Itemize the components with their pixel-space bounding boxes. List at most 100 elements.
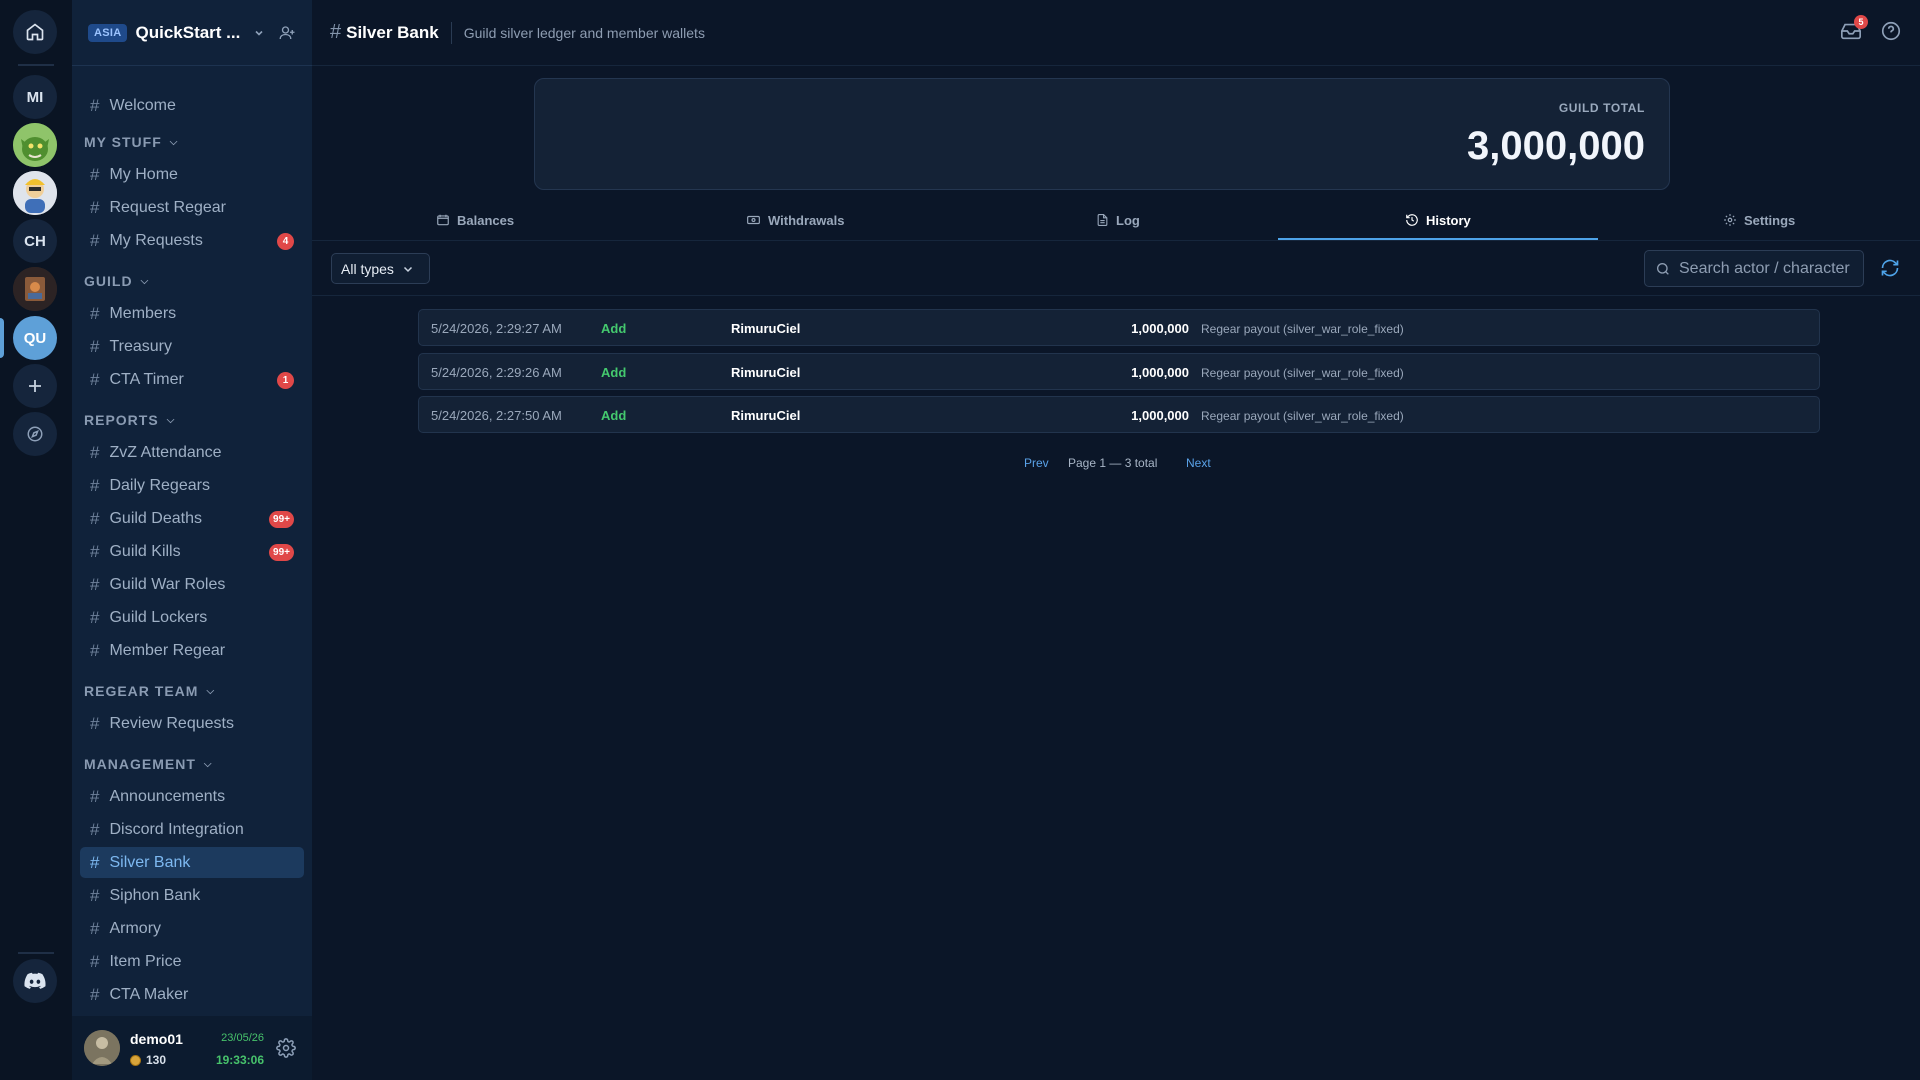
refresh-icon[interactable] [1880, 258, 1900, 278]
type-filter-select[interactable]: All types [331, 253, 430, 284]
channel-announcements[interactable]: # Announcements [80, 781, 304, 812]
row-type: Add [601, 321, 627, 336]
history-row[interactable]: 5/24/2026, 2:29:26 AM Add RimuruCiel 1,0… [418, 353, 1820, 390]
channel-guild-deaths[interactable]: # Guild Deaths 99+ [80, 503, 304, 534]
tab-history[interactable]: History [1405, 200, 1471, 240]
row-actor: RimuruCiel [731, 408, 801, 423]
hash-icon: # [90, 574, 100, 594]
tab-settings[interactable]: Settings [1723, 200, 1795, 240]
server-rail: MI CH QU [0, 0, 72, 1080]
discord-button[interactable] [13, 959, 57, 1003]
hash-icon: # [90, 819, 100, 839]
gear-icon [1724, 214, 1736, 226]
channel-welcome[interactable]: # Welcome [80, 90, 304, 121]
hash-icon: # [90, 508, 100, 528]
channel-guild-lockers[interactable]: # Guild Lockers [80, 602, 304, 633]
server-avatar-goblin[interactable] [13, 123, 57, 167]
channel-zvz-attendance[interactable]: # ZvZ Attendance [80, 437, 304, 468]
history-icon [1406, 214, 1418, 226]
history-row[interactable]: 5/24/2026, 2:29:27 AM Add RimuruCiel 1,0… [418, 309, 1820, 346]
category-reports[interactable]: REPORTS ⌵ [84, 412, 175, 428]
rail-divider [18, 64, 54, 66]
channel-my-requests[interactable]: # My Requests 4 [80, 225, 304, 256]
channel-silver-bank[interactable]: # Silver Bank [80, 847, 304, 878]
channel-daily-regears[interactable]: # Daily Regears [80, 470, 304, 501]
hash-icon: # [90, 984, 100, 1004]
channel-cta-timer[interactable]: # CTA Timer 1 [80, 364, 304, 395]
user-panel: demo01 130 23/05/26 19:33:06 [72, 1016, 312, 1080]
chevron-down-icon: ⌵ [166, 414, 176, 426]
search-input[interactable] [1679, 259, 1859, 278]
channel-cta-maker[interactable]: # CTA Maker [80, 979, 304, 1010]
row-actor: RimuruCiel [731, 321, 801, 336]
unread-badge: 99+ [269, 544, 294, 561]
hash-icon: # [90, 197, 100, 217]
tab-log[interactable]: Log [1096, 200, 1140, 240]
row-amount: 1,000,000 [1131, 365, 1189, 380]
unread-badge: 4 [277, 233, 294, 250]
channel-discord-integration[interactable]: # Discord Integration [80, 814, 304, 845]
add-server-button[interactable] [13, 364, 57, 408]
hash-icon: # [90, 640, 100, 660]
chevron-down-icon: ⌵ [140, 275, 150, 287]
channel-item-price[interactable]: # Item Price [80, 946, 304, 977]
hash-icon: # [90, 475, 100, 495]
chevron-down-icon [403, 266, 412, 272]
tab-balances[interactable]: Balances [436, 200, 514, 240]
prev-page-button[interactable]: Prev [1024, 456, 1049, 470]
home-button[interactable] [13, 10, 57, 54]
gear-icon[interactable] [276, 1038, 296, 1058]
channel-guild-war-roles[interactable]: # Guild War Roles [80, 569, 304, 600]
server-name: QuickStart ... [135, 22, 241, 42]
category-my-stuff[interactable]: MY STUFF ⌵ [84, 134, 178, 150]
category-guild[interactable]: GUILD ⌵ [84, 273, 149, 289]
wallet-icon [437, 214, 449, 226]
chevron-down-icon: ⌵ [169, 136, 179, 148]
coin-icon [130, 1054, 141, 1066]
channel-request-regear[interactable]: # Request Regear [80, 192, 304, 223]
hash-icon: # [90, 303, 100, 323]
active-server-indicator [0, 318, 4, 358]
server-ch[interactable]: CH [13, 219, 57, 263]
search-icon [1657, 262, 1669, 275]
channel-review-requests[interactable]: # Review Requests [80, 708, 304, 739]
next-page-button[interactable]: Next [1186, 456, 1211, 470]
header-divider [450, 21, 452, 44]
hash-icon: # [90, 607, 100, 627]
unread-badge: 99+ [269, 511, 294, 528]
row-note: Regear payout (silver_war_role_fixed) [1201, 409, 1404, 423]
chevron-down-icon[interactable] [253, 27, 265, 39]
channel-armory[interactable]: # Armory [80, 913, 304, 944]
row-date: 5/24/2026, 2:29:27 AM [431, 321, 562, 336]
avatar[interactable] [84, 1030, 120, 1066]
channel-my-home[interactable]: # My Home [80, 159, 304, 190]
channel-guild-kills[interactable]: # Guild Kills 99+ [80, 536, 304, 567]
row-amount: 1,000,000 [1131, 321, 1189, 336]
rail-divider-bottom [18, 952, 54, 954]
server-mi[interactable]: MI [13, 75, 57, 119]
home-icon [26, 23, 44, 41]
page-description: Guild silver ledger and member wallets [463, 24, 705, 41]
channel-siphon-bank[interactable]: # Siphon Bank [80, 880, 304, 911]
channel-members[interactable]: # Members [80, 298, 304, 329]
hash-icon: # [90, 713, 100, 733]
hash-icon: # [90, 230, 100, 250]
row-type: Add [601, 408, 627, 423]
history-row[interactable]: 5/24/2026, 2:27:50 AM Add RimuruCiel 1,0… [418, 396, 1820, 433]
invite-user-icon[interactable] [278, 24, 296, 42]
channel-treasury[interactable]: # Treasury [80, 331, 304, 362]
chevron-down-icon: ⌵ [206, 685, 216, 697]
explore-button[interactable] [13, 412, 57, 456]
server-avatar-character[interactable] [13, 171, 57, 215]
inbox-button[interactable]: 5 [1840, 15, 1868, 42]
help-icon[interactable] [1880, 20, 1902, 42]
category-regear-team[interactable]: REGEAR TEAM ⌵ [84, 683, 215, 699]
header-actions: 5 [1840, 15, 1902, 42]
tab-withdrawals[interactable]: Withdrawals [746, 200, 844, 240]
server-avatar-art[interactable] [13, 267, 57, 311]
server-header[interactable]: ASIA QuickStart ... [72, 0, 312, 66]
hash-icon: # [90, 336, 100, 356]
channel-member-regear[interactable]: # Member Regear [80, 635, 304, 666]
server-qu[interactable]: QU [13, 316, 57, 360]
category-management[interactable]: MANAGEMENT ⌵ [84, 756, 212, 772]
